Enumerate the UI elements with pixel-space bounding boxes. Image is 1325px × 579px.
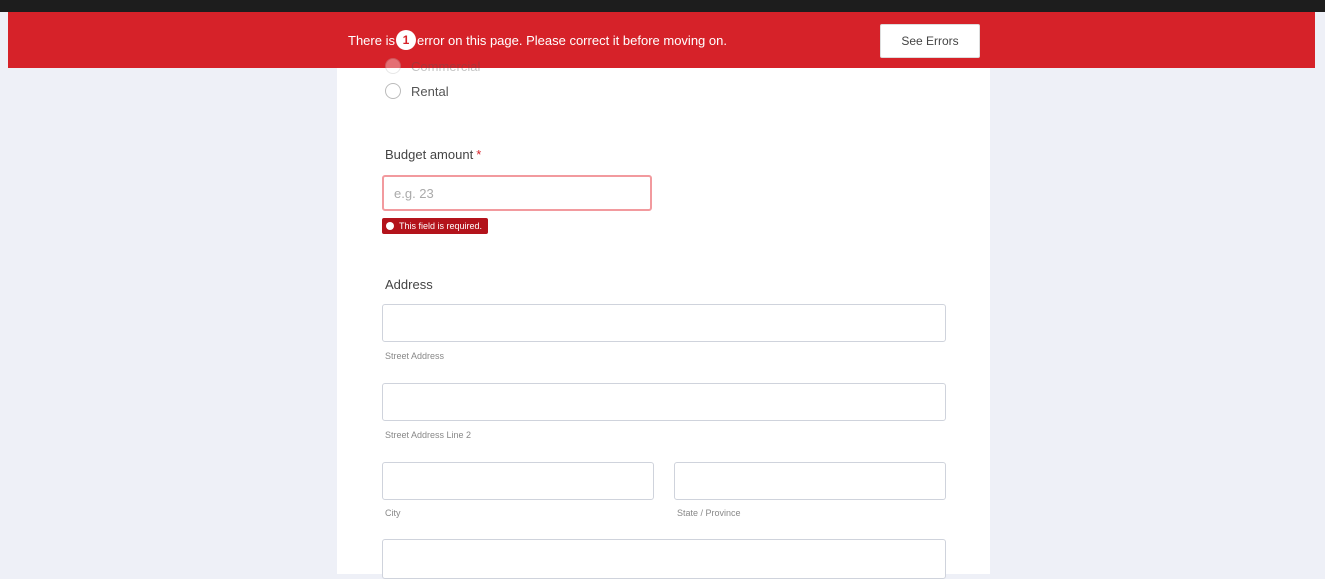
state-province-input[interactable] xyxy=(674,462,946,500)
city-sublabel: City xyxy=(385,508,401,518)
address-label: Address xyxy=(385,277,433,292)
state-province-sublabel: State / Province xyxy=(677,508,741,518)
browser-top-strip xyxy=(0,0,1325,12)
city-input[interactable] xyxy=(382,462,654,500)
budget-amount-label: Budget amount * xyxy=(385,147,481,162)
budget-error-text: This field is required. xyxy=(399,221,483,231)
radio-option-commercial[interactable]: Commercial xyxy=(385,58,480,74)
radio-label: Rental xyxy=(411,83,449,99)
street-address-line2-input[interactable] xyxy=(382,383,946,421)
street-address-line2-sublabel: Street Address Line 2 xyxy=(385,430,472,440)
required-indicator: * xyxy=(476,147,482,162)
budget-error-message: This field is required. xyxy=(382,218,489,234)
error-banner-text-start: There is xyxy=(348,32,395,48)
radio-option-rental[interactable]: Rental xyxy=(385,83,449,99)
error-count-badge: 1 xyxy=(395,30,416,50)
radio-label: Commercial xyxy=(411,58,481,74)
error-banner: There is 1 error on this page. Please co… xyxy=(8,12,1315,68)
postal-code-input[interactable] xyxy=(382,539,946,579)
budget-amount-input[interactable] xyxy=(382,175,652,211)
error-icon xyxy=(386,222,394,230)
error-banner-text-end: error on this page. Please correct it be… xyxy=(416,32,727,48)
street-address-sublabel: Street Address xyxy=(385,351,445,361)
budget-label-text: Budget amount xyxy=(385,147,474,162)
form-panel: Commercial Rental Budget amount* This fi… xyxy=(337,58,990,579)
radio-button[interactable] xyxy=(385,83,401,99)
street-address-input[interactable] xyxy=(382,304,946,342)
see-errors-button[interactable]: See Errors xyxy=(880,24,980,58)
radio-button[interactable] xyxy=(385,58,401,74)
